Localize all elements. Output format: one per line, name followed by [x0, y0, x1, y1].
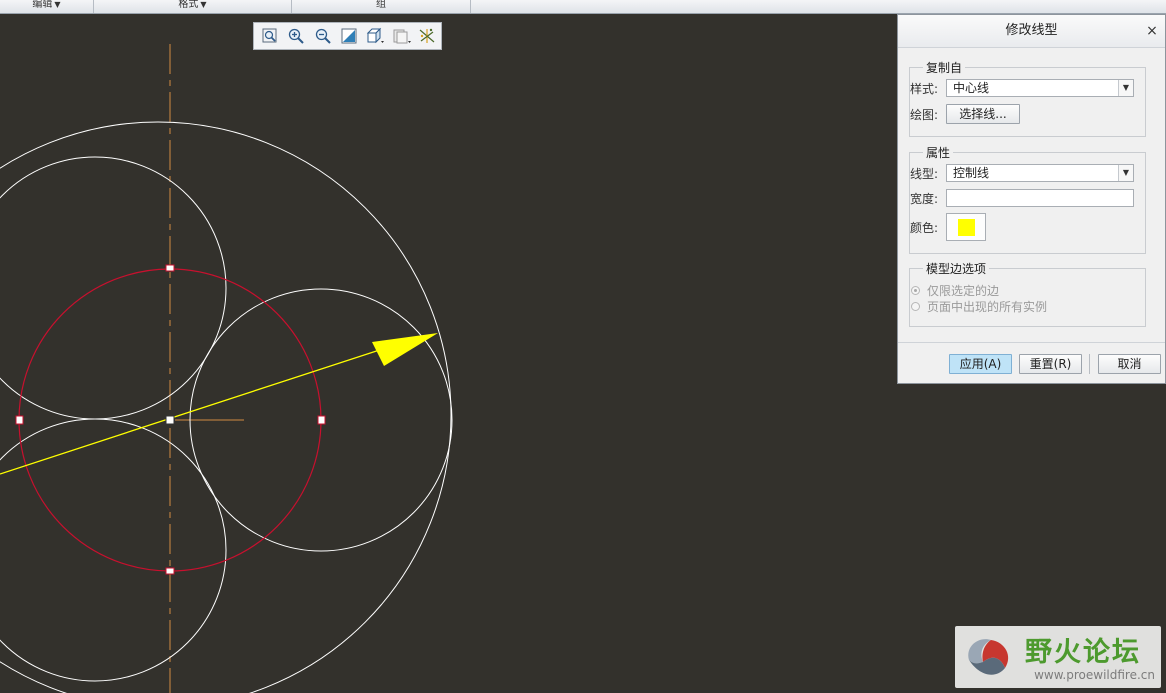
lower-left-circle[interactable] — [0, 418, 227, 682]
select-line-button[interactable]: 选择线... — [946, 104, 1020, 124]
sketch-graphics — [0, 44, 453, 693]
radio-button-icon — [911, 302, 920, 311]
view-toolbar — [253, 22, 442, 50]
ribbon-group-group-label: 组 — [376, 0, 386, 10]
width-row: 宽度: — [910, 189, 1134, 207]
linetype-row: 线型: 控制线 ▼ — [910, 164, 1134, 182]
circle-center-handle[interactable] — [165, 415, 175, 425]
radio-button-icon — [911, 286, 920, 295]
modify-linestyle-dialog: 修改线型 × 复制自 样式: 中心线 ▼ 绘图: 选择线... 属性 线型: 控… — [897, 14, 1166, 384]
zoom-out-button[interactable] — [310, 25, 335, 47]
draw-label: 绘图: — [910, 107, 939, 122]
annotation-display-button[interactable] — [416, 25, 441, 47]
circle-handle-top[interactable] — [165, 264, 175, 272]
draw-row: 绘图: 选择线... — [910, 104, 1020, 124]
display-style-button[interactable] — [363, 25, 388, 47]
properties-legend: 属性 — [926, 146, 951, 160]
annotation-display-icon — [419, 28, 435, 43]
circle-handle-left[interactable] — [15, 415, 24, 425]
ribbon-group-format[interactable]: 格式 ▼ — [94, 0, 292, 13]
copy-from-legend: 复制自 — [926, 61, 963, 75]
linetype-select-value: 控制线 — [953, 166, 990, 180]
ribbon-group-edit-label: 编辑 — [32, 0, 53, 10]
dropdown-arrow-icon: ▼ — [200, 0, 207, 9]
width-label: 宽度: — [910, 191, 939, 206]
display-style-icon — [367, 27, 385, 44]
watermark-title: 野火论坛 — [1025, 637, 1141, 668]
close-icon[interactable]: × — [1145, 15, 1159, 47]
linetype-label: 线型: — [910, 166, 939, 181]
chevron-down-icon[interactable]: ▼ — [1118, 165, 1133, 181]
apply-button[interactable]: 应用(A) — [949, 354, 1012, 374]
chevron-down-icon[interactable]: ▼ — [1118, 80, 1133, 96]
upper-left-circle[interactable] — [0, 156, 227, 420]
refit-button[interactable] — [257, 25, 282, 47]
arrowhead — [372, 333, 438, 366]
dialog-title: 修改线型 — [1005, 23, 1058, 38]
ribbon-group-bar: 编辑 ▼ 格式 ▼ 组 — [0, 0, 1166, 14]
color-label: 颜色: — [910, 220, 939, 235]
outer-circle[interactable] — [0, 121, 452, 693]
zoom-in-button[interactable] — [283, 25, 308, 47]
layers-icon — [393, 29, 411, 44]
radio-all-instances[interactable]: 页面中出现的所有实例 — [911, 298, 1047, 315]
color-row: 颜色: — [910, 213, 986, 241]
refit-icon — [262, 28, 277, 43]
reset-button[interactable]: 重置(R) — [1019, 354, 1082, 374]
radio-selected-edges-label: 仅限选定的边 — [927, 284, 1000, 298]
ribbon-group-group[interactable]: 组 — [292, 0, 471, 13]
style-select-value: 中心线 — [953, 81, 990, 95]
style-label: 样式: — [910, 81, 939, 96]
zoom-out-icon — [315, 28, 331, 44]
radio-selected-edges-only[interactable]: 仅限选定的边 — [911, 282, 999, 299]
copy-from-group: 复制自 — [909, 59, 1146, 137]
color-button[interactable] — [946, 213, 986, 241]
model-edge-legend: 模型边选项 — [926, 262, 987, 276]
dialog-title-bar[interactable]: 修改线型 × — [898, 15, 1165, 48]
drawing-canvas[interactable] — [0, 14, 897, 693]
width-input[interactable] — [946, 189, 1134, 207]
color-swatch — [957, 218, 975, 236]
circle-handle-right[interactable] — [317, 415, 326, 425]
dropdown-arrow-icon: ▼ — [54, 0, 61, 9]
linetype-select[interactable]: 控制线 ▼ — [946, 164, 1134, 182]
repaint-icon — [341, 28, 357, 44]
watermark-url: www.proewildfire.cn — [1034, 668, 1155, 682]
button-divider — [1089, 354, 1090, 374]
repaint-button[interactable] — [336, 25, 361, 47]
ribbon-group-edit[interactable]: 编辑 ▼ — [0, 0, 94, 13]
forum-logo-icon — [968, 639, 1009, 675]
dialog-separator — [898, 342, 1165, 343]
style-row: 样式: 中心线 ▼ — [910, 79, 1134, 97]
layers-button[interactable] — [389, 25, 414, 47]
forum-watermark: 野火论坛 www.proewildfire.cn — [955, 626, 1161, 688]
radio-all-instances-label: 页面中出现的所有实例 — [927, 300, 1048, 314]
cancel-button[interactable]: 取消 — [1098, 354, 1161, 374]
style-select[interactable]: 中心线 ▼ — [946, 79, 1134, 97]
circle-handle-bottom[interactable] — [165, 567, 175, 575]
zoom-in-icon — [288, 28, 304, 44]
ribbon-group-format-label: 格式 — [178, 0, 199, 10]
